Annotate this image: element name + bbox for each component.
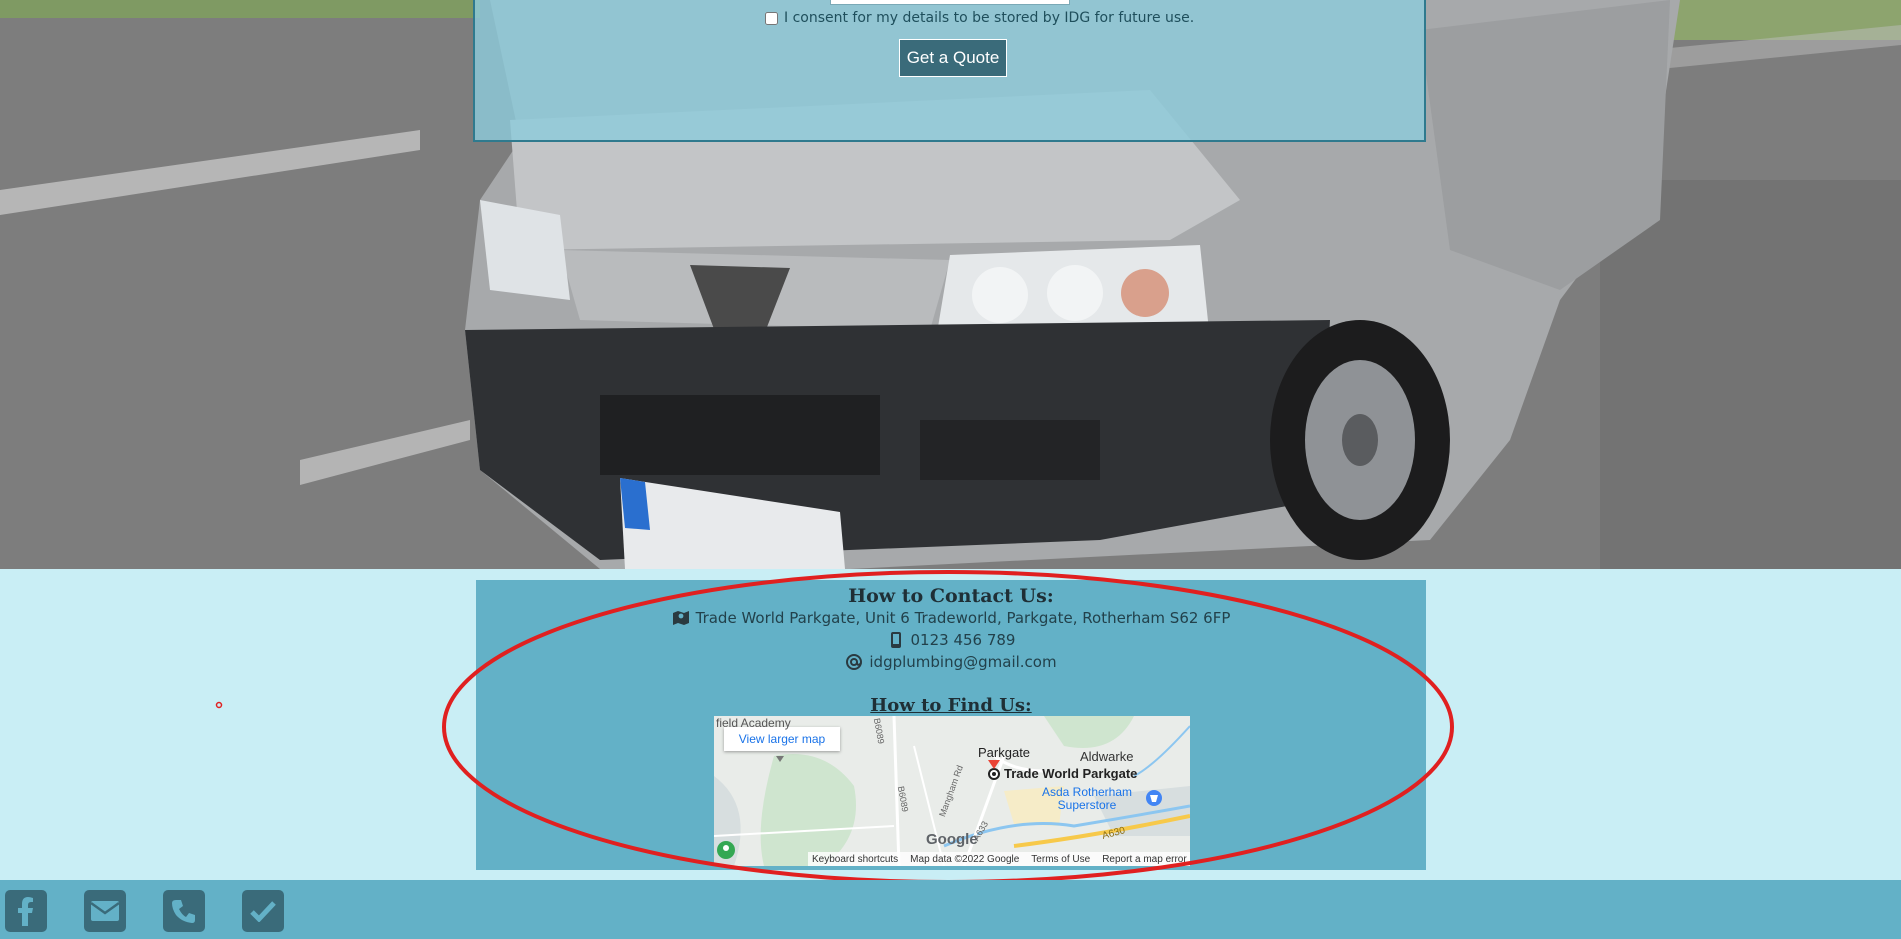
embedded-map[interactable]: View larger map field Academy Parkgate A… [714,716,1190,866]
map-place-label: Parkgate [978,745,1031,760]
keyboard-shortcuts-link[interactable]: Keyboard shortcuts [812,854,898,865]
get-quote-button[interactable]: Get a Quote [899,39,1007,77]
contact-title: How to Contact Us: [848,585,1054,607]
map-place-label: Aldwarke [1080,749,1134,764]
consent-label: I consent for my details to be stored by… [784,10,1195,26]
contact-address: Trade World Parkgate, Unit 6 Tradeworld,… [476,607,1426,629]
check-icon[interactable] [242,890,284,932]
quote-form-panel: I consent for my details to be stored by… [473,0,1426,142]
address-text: Trade World Parkgate, Unit 6 Tradeworld,… [695,609,1231,627]
map-place-label: Asda Rotherham Superstore [1041,785,1133,812]
phone-text: 0123 456 789 [910,631,1016,649]
map-place-label: Trade World Parkgate [1004,766,1138,781]
phone-icon[interactable] [163,890,205,932]
facebook-icon[interactable] [5,890,47,932]
map-footer: Keyboard shortcuts Map data ©2022 Google… [808,852,1190,866]
view-larger-map-button[interactable]: View larger map [724,727,840,751]
footer-bar [0,880,1901,939]
map-icon [672,609,690,627]
find-us-title: How to Find Us: [870,695,1032,716]
contact-email: idgplumbing@gmail.com [476,651,1426,673]
mobile-phone-icon [887,631,905,649]
contact-phone: 0123 456 789 [476,629,1426,651]
email-text: idgplumbing@gmail.com [869,653,1057,671]
terms-of-use-link[interactable]: Terms of Use [1031,854,1090,865]
at-icon [845,653,863,671]
consent-checkbox[interactable] [765,11,778,25]
mail-icon[interactable] [84,890,126,932]
form-input-field[interactable] [830,0,1070,5]
google-logo: Google [926,831,978,848]
report-map-error-link[interactable]: Report a map error [1102,854,1186,865]
map-place-label: field Academy [716,716,791,730]
map-data-text: Map data ©2022 Google [910,853,1020,865]
consent-row[interactable]: I consent for my details to be stored by… [765,10,1194,26]
